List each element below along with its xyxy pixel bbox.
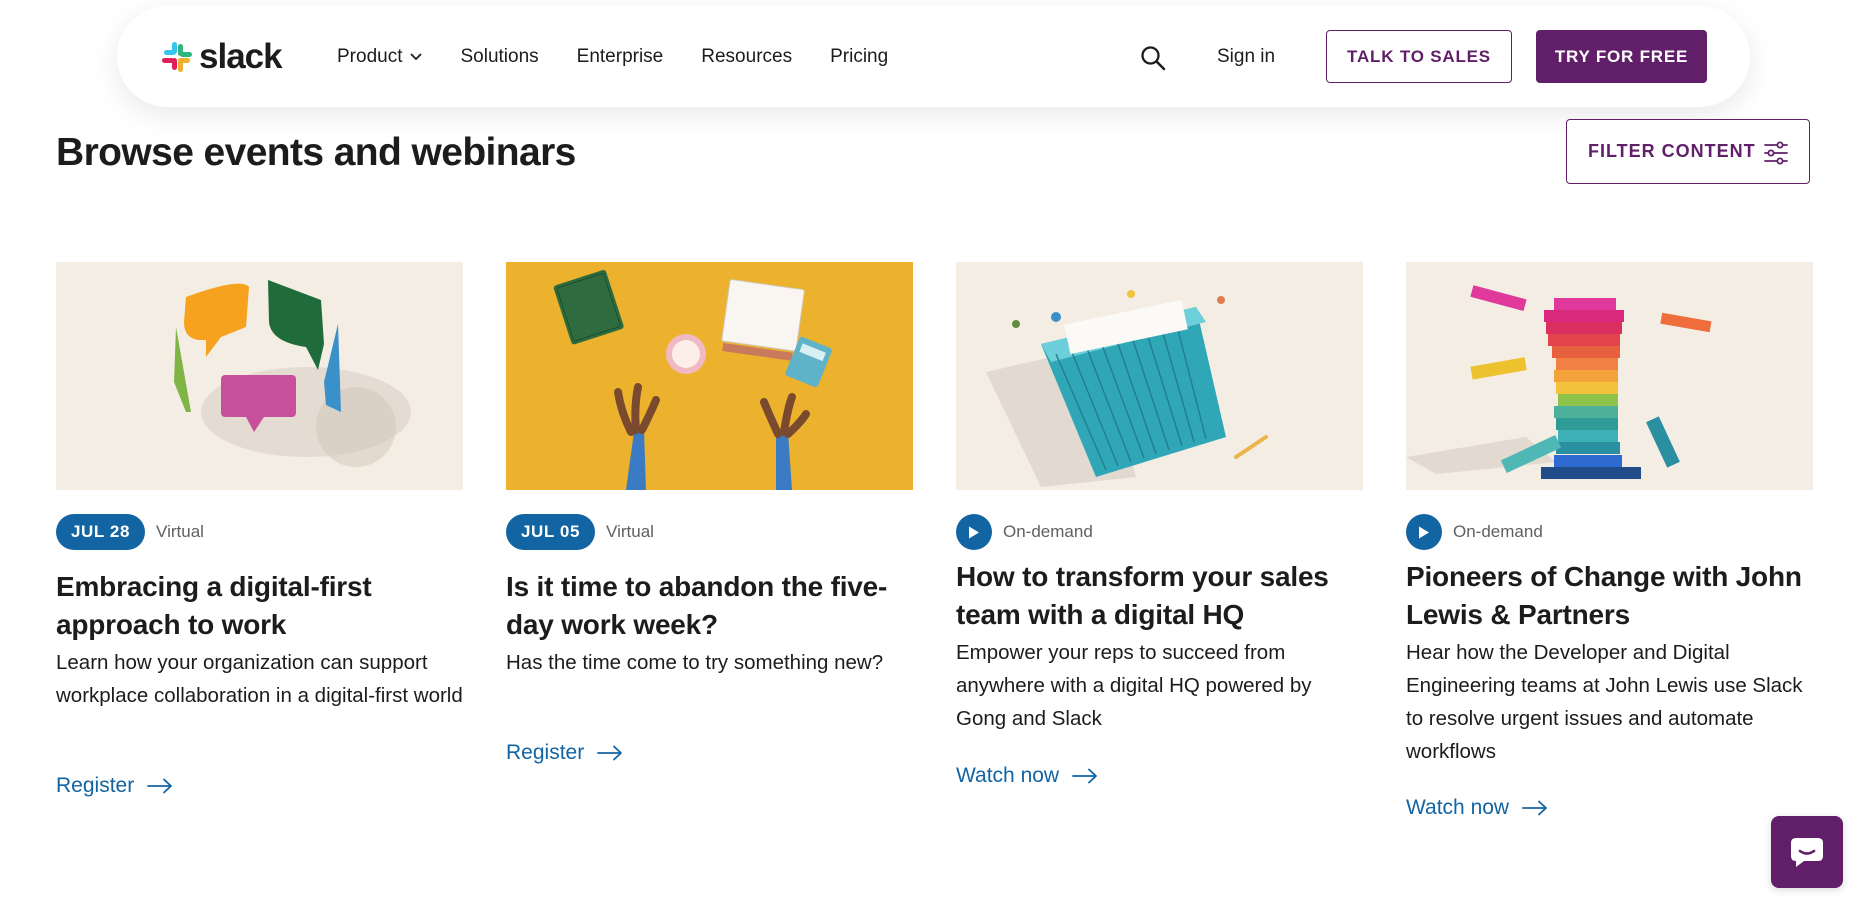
event-type: On-demand bbox=[1003, 522, 1093, 541]
event-type: Virtual bbox=[156, 522, 204, 541]
card-meta: JUL 05 Virtual bbox=[506, 514, 654, 550]
card-description: Learn how your organization can support … bbox=[56, 651, 463, 707]
date-badge: JUL 05 bbox=[506, 514, 596, 550]
register-link[interactable]: Register bbox=[506, 741, 623, 765]
card-image-file-folder bbox=[956, 262, 1363, 490]
card-title[interactable]: Is it time to abandon the five-day work … bbox=[506, 568, 913, 644]
nav-solutions[interactable]: Solutions bbox=[460, 46, 538, 68]
card-description: Has the time come to try something new? bbox=[506, 651, 884, 674]
nav-product-label: Product bbox=[337, 45, 403, 67]
page-title: Browse events and webinars bbox=[56, 131, 576, 174]
chat-widget-button[interactable] bbox=[1771, 816, 1843, 888]
talk-to-sales-button[interactable]: TALK TO SALES bbox=[1326, 30, 1512, 83]
play-icon bbox=[1406, 514, 1442, 550]
slack-wordmark: slack bbox=[199, 37, 283, 76]
date-badge: JUL 28 bbox=[56, 514, 146, 550]
arrow-right-icon bbox=[1072, 768, 1097, 784]
register-link-label: Register bbox=[506, 741, 585, 764]
card-meta: On-demand bbox=[956, 514, 1093, 550]
nav-resources[interactable]: Resources bbox=[701, 46, 792, 68]
arrow-right-icon bbox=[1522, 800, 1547, 816]
try-for-free-button[interactable]: TRY FOR FREE bbox=[1536, 30, 1707, 83]
watch-now-label: Watch now bbox=[1406, 796, 1510, 819]
event-card[interactable]: On-demand Pioneers of Change with John L… bbox=[1406, 262, 1813, 819]
nav-product[interactable]: Product bbox=[337, 46, 422, 68]
card-image-block-tower bbox=[1406, 262, 1813, 490]
card-image-calendar-clock bbox=[506, 262, 913, 490]
sliders-icon bbox=[1764, 141, 1788, 165]
page: slack Product Solutions Enterprise Resou… bbox=[0, 0, 1858, 912]
watch-now-link[interactable]: Watch now bbox=[1406, 796, 1548, 820]
nav-enterprise[interactable]: Enterprise bbox=[577, 46, 664, 68]
nav-pricing[interactable]: Pricing bbox=[830, 46, 888, 68]
arrow-right-icon bbox=[147, 778, 173, 794]
primary-nav: Product Solutions Enterprise Resources P… bbox=[337, 6, 926, 107]
slack-logo[interactable]: slack bbox=[161, 37, 283, 76]
event-card[interactable]: On-demand How to transform your sales te… bbox=[956, 262, 1363, 787]
register-link-label: Register bbox=[56, 774, 135, 797]
event-card[interactable]: JUL 28 Virtual Embracing a digital-first… bbox=[56, 262, 463, 797]
search-icon[interactable] bbox=[1139, 44, 1167, 72]
sign-in-link[interactable]: Sign in bbox=[1217, 6, 1275, 107]
card-image-speech-bubbles bbox=[56, 262, 463, 490]
filter-content-label: FILTER CONTENT bbox=[1588, 141, 1756, 161]
play-icon bbox=[956, 514, 992, 550]
arrow-right-icon bbox=[597, 745, 623, 761]
card-description: Hear how the Developer and Digital Engin… bbox=[1406, 641, 1803, 763]
event-type: On-demand bbox=[1453, 522, 1543, 541]
event-card[interactable]: JUL 05 Virtual Is it time to abandon the… bbox=[506, 262, 913, 764]
card-meta: JUL 28 Virtual bbox=[56, 514, 204, 550]
card-title[interactable]: How to transform your sales team with a … bbox=[956, 558, 1363, 634]
register-link[interactable]: Register bbox=[56, 774, 173, 798]
slack-hash-icon bbox=[162, 41, 192, 72]
card-description: Empower your reps to succeed from anywhe… bbox=[956, 641, 1312, 730]
watch-now-link[interactable]: Watch now bbox=[956, 764, 1098, 788]
event-type: Virtual bbox=[606, 522, 654, 541]
chat-bubble-icon bbox=[1791, 838, 1823, 867]
chevron-down-icon bbox=[411, 53, 422, 60]
card-title[interactable]: Embracing a digital-first approach to wo… bbox=[56, 568, 463, 644]
watch-now-label: Watch now bbox=[956, 764, 1060, 787]
top-nav: slack Product Solutions Enterprise Resou… bbox=[117, 6, 1750, 107]
filter-content-button[interactable]: FILTER CONTENT bbox=[1566, 119, 1810, 184]
card-meta: On-demand bbox=[1406, 514, 1543, 550]
card-title[interactable]: Pioneers of Change with John Lewis & Par… bbox=[1406, 558, 1813, 634]
